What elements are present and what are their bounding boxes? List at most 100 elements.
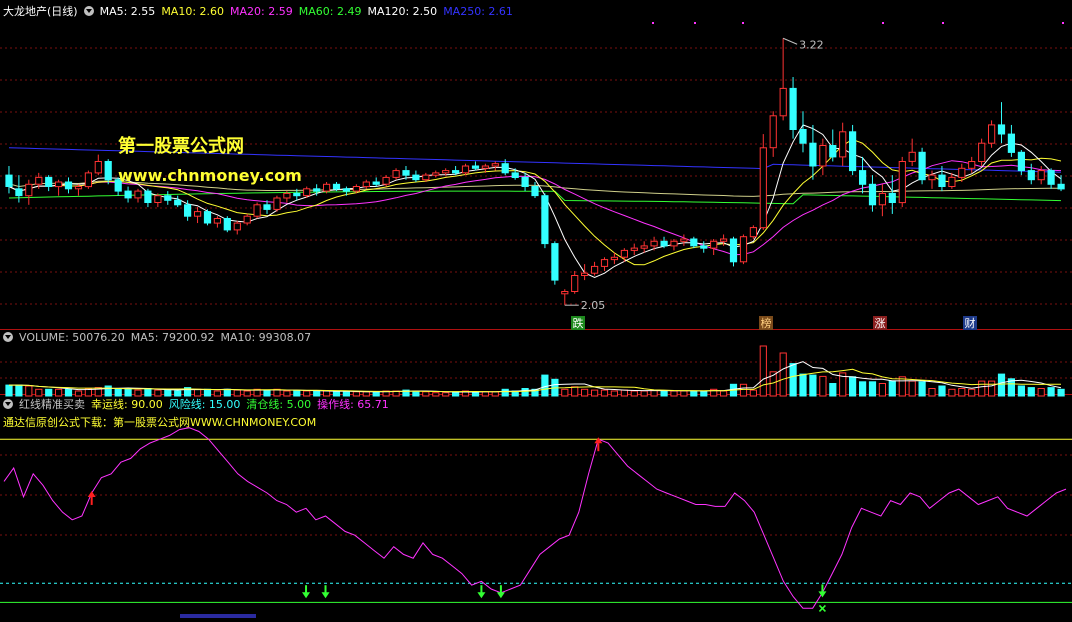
price-panel-header: 大龙地产(日线) MA5: 2.55 MA10: 2.60 MA20: 2.59 MA6… (3, 4, 525, 20)
candle-body (561, 291, 569, 295)
candle-body (918, 151, 926, 181)
candle-body (938, 174, 946, 188)
candle-body (729, 238, 738, 263)
candle-body (45, 176, 53, 187)
volume-bar (491, 391, 499, 397)
volume-bar (362, 391, 370, 397)
candle-body (868, 183, 877, 206)
candle-body (690, 238, 698, 247)
volume-bar (978, 380, 986, 397)
candle-body (620, 249, 628, 258)
ma-label-4: MA120: 2.50 (367, 5, 438, 18)
volume-bar (25, 385, 33, 397)
volume-bar (1027, 387, 1035, 397)
candle-body (1057, 183, 1065, 190)
indicator-menu-icon[interactable] (3, 399, 13, 409)
volume-bar (283, 390, 291, 397)
candle-body (352, 186, 360, 192)
candle-body (372, 181, 380, 185)
panel-menu-icon[interactable] (83, 6, 94, 16)
candle-body (670, 240, 678, 247)
candle-body (233, 222, 241, 231)
volume-bar (372, 391, 380, 397)
volume-bar (422, 391, 430, 397)
volume-bar (1017, 385, 1025, 397)
volume-bar (342, 391, 350, 397)
volume-bar (74, 390, 83, 397)
candle-body (680, 238, 688, 242)
volume-bar (849, 376, 857, 397)
chart-canvas[interactable]: 3.22 2.05 跌 榜 涨 财 (0, 0, 1072, 618)
candle-body (849, 131, 857, 172)
volume-bar (223, 388, 231, 397)
candle-body (203, 211, 212, 224)
volume-bar (114, 388, 122, 397)
volume-bar (164, 389, 172, 397)
candle-body (303, 188, 311, 197)
candle-body (789, 87, 797, 130)
candle-body (898, 161, 906, 204)
candle-body (263, 204, 271, 210)
volume-bar (521, 388, 529, 397)
candle-body (710, 240, 718, 249)
volume-bar (620, 389, 628, 397)
top-dot-marker (882, 22, 884, 24)
stock-chart[interactable]: 3.22 2.05 跌 榜 涨 财 大龙地产(日线) MA5: 2.55 MA10: 2.60… (0, 0, 1072, 618)
volume-bar (203, 388, 212, 397)
candle-body (571, 275, 579, 292)
volume-bar (571, 386, 579, 397)
candle-body (194, 211, 202, 217)
candle-body (859, 170, 867, 185)
candle-body (243, 215, 251, 224)
volume-menu-icon[interactable] (3, 332, 13, 342)
candle-body (720, 238, 728, 242)
candle-body (749, 227, 757, 238)
volume-bar (690, 390, 698, 397)
volume-bar (749, 389, 757, 397)
volume-bar (45, 388, 53, 397)
indicator-label-2: 风险线: 15.00 (168, 398, 241, 411)
volume-bar (859, 381, 867, 397)
event-marker-3: 财 (965, 316, 976, 330)
candle-body (35, 176, 43, 185)
indicator-note: 通达信原创公式下载：第一股票公式网WWW.CHNMONEY.COM (3, 416, 317, 429)
volume-bar (779, 352, 787, 397)
volume-bar (442, 392, 450, 397)
volume-bar (938, 385, 946, 397)
volume-bar (888, 380, 896, 397)
candle-body (174, 199, 182, 206)
volume-bar (213, 390, 222, 397)
candle-body (412, 174, 420, 181)
volume-bar (581, 388, 589, 397)
candle-body (1017, 151, 1025, 172)
candle-body (94, 161, 102, 174)
volume-bar (154, 389, 162, 397)
ma-label-2: MA20: 2.59 (230, 5, 293, 18)
candle-body (5, 174, 13, 188)
buy-signal-arrow-head (302, 592, 311, 599)
candle-body (253, 204, 261, 217)
candle-body (64, 181, 73, 190)
horizontal-scrollbar[interactable] (180, 614, 256, 618)
high-price-label: 3.22 (799, 38, 824, 51)
ma-label-3: MA60: 2.49 (298, 5, 362, 18)
volume-bar (928, 388, 936, 397)
ma-label-0: MA5: 2.55 (99, 5, 156, 18)
volume-bar (918, 381, 926, 397)
stock-name: 大龙地产(日线) (3, 5, 78, 18)
volume-bar (174, 390, 182, 397)
candle-body (511, 172, 519, 178)
high-pointer (782, 37, 798, 45)
candle-body (332, 183, 341, 190)
volume-bar (819, 375, 827, 397)
volume-bar (739, 383, 748, 397)
indicator-label-0: 红线精准买卖 (19, 398, 85, 411)
volume-bar (591, 389, 599, 397)
candle-body (610, 256, 618, 261)
exit-cross-icon (818, 604, 826, 612)
top-dot-marker (942, 22, 944, 24)
candle-body (362, 181, 370, 188)
candle-body (144, 190, 152, 204)
buy-signal-arrow-head (321, 592, 330, 599)
volume-bar (124, 388, 132, 397)
